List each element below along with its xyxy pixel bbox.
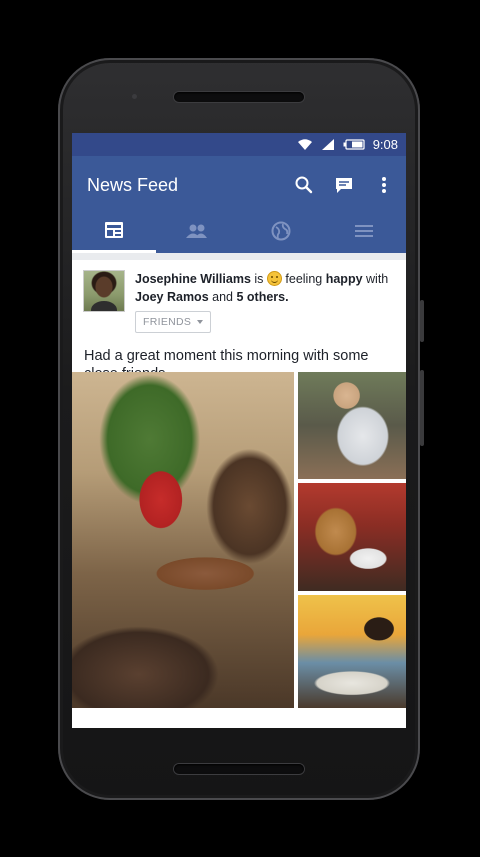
photo-thumb[interactable] [298, 372, 406, 479]
signal-icon [321, 138, 335, 151]
photo-grid [72, 372, 406, 708]
status-bar: 9:08 [72, 133, 406, 156]
feeling: happy [325, 272, 363, 286]
page-title: News Feed [87, 174, 179, 195]
smiley-icon [266, 271, 282, 286]
screen: 9:08 News Feed Josephine Williams is fee… [72, 133, 406, 728]
tab-friends[interactable] [156, 214, 240, 253]
globe-icon [271, 221, 291, 246]
app-bar: News Feed [72, 156, 406, 214]
photo-thumb[interactable] [298, 595, 406, 708]
audience-selector[interactable]: FRIENDS [135, 311, 212, 333]
battery-icon [343, 139, 365, 150]
post-card: Josephine Williams is feeling happy with… [72, 260, 406, 728]
tagged-friend[interactable]: Joey Ramos [135, 290, 209, 304]
news-feed-icon [104, 221, 124, 244]
post-meta: Josephine Williams is feeling happy with… [135, 270, 396, 333]
tagged-others[interactable]: 5 others. [236, 290, 288, 304]
front-camera [132, 94, 137, 99]
overflow-menu-icon[interactable] [364, 165, 404, 205]
audience-label: FRIENDS [143, 316, 192, 328]
volume-button [420, 370, 424, 446]
power-button [420, 300, 424, 342]
wifi-icon [297, 138, 313, 151]
photo-thumb[interactable] [298, 483, 406, 591]
post-headline: Josephine Williams is feeling happy with… [135, 271, 389, 304]
post-header: Josephine Williams is feeling happy with… [72, 260, 406, 333]
tab-menu[interactable] [323, 214, 407, 253]
friends-icon [186, 223, 208, 244]
tab-news-feed[interactable] [72, 214, 156, 253]
avatar[interactable] [83, 270, 125, 312]
clock: 9:08 [372, 137, 398, 152]
top-speaker [174, 92, 304, 102]
messenger-icon[interactable] [324, 165, 364, 205]
tab-notifications[interactable] [239, 214, 323, 253]
tab-bar [72, 214, 406, 253]
hamburger-icon [355, 224, 374, 243]
bottom-speaker [174, 764, 304, 774]
chevron-down-icon [197, 320, 204, 324]
search-icon[interactable] [284, 165, 324, 205]
author-name[interactable]: Josephine Williams [135, 272, 251, 286]
photo-main[interactable] [72, 372, 294, 708]
